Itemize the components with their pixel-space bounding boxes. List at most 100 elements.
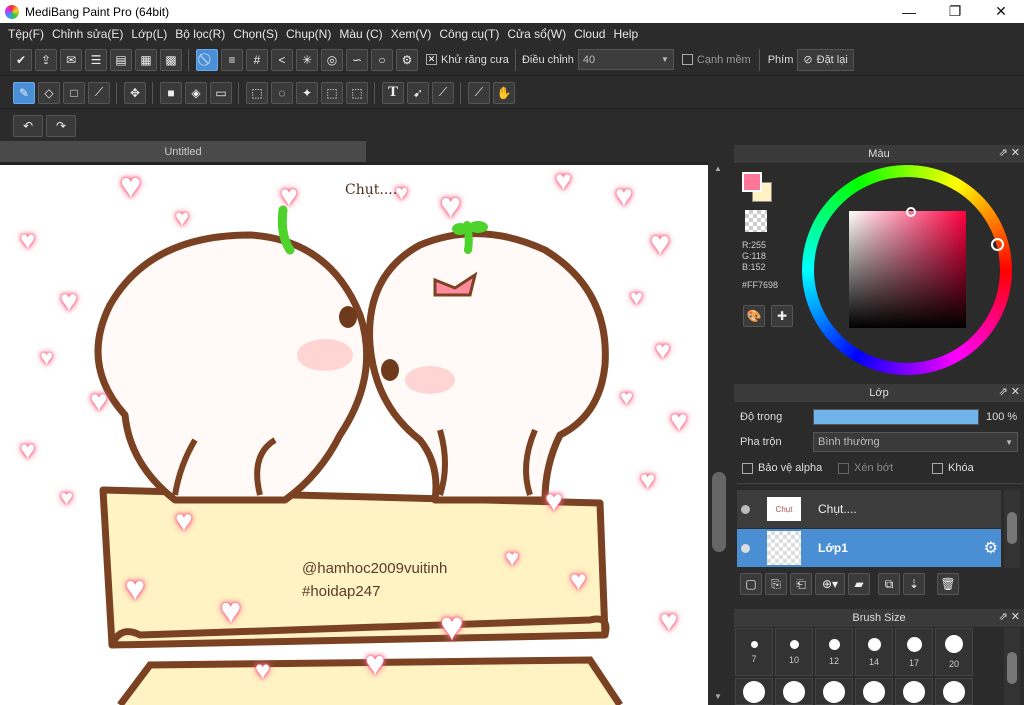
parallel-snap-icon[interactable]: ≡ <box>221 48 243 71</box>
opacity-slider[interactable] <box>813 409 979 425</box>
brush-size-option[interactable]: 10 <box>775 628 813 676</box>
grid-snap-icon[interactable]: # <box>246 48 268 71</box>
move-tool-icon[interactable]: ✥ <box>124 81 146 104</box>
select-rect-tool-icon[interactable]: ⬚ <box>246 81 268 104</box>
menu-cloud[interactable]: Cloud <box>570 27 609 41</box>
reset-button[interactable]: ⊘ Đặt lại <box>797 48 854 71</box>
trash-icon[interactable]: 🗑 <box>937 573 959 595</box>
lock-checkbox[interactable] <box>932 463 943 474</box>
divide-tool-icon[interactable]: ⟋ <box>432 81 454 104</box>
blend-mode-select[interactable]: Bình thường ▼ <box>813 432 1018 452</box>
hand-tool-icon[interactable]: ✋ <box>493 81 515 104</box>
brush-size-option[interactable]: 17 <box>895 628 933 676</box>
drawing-canvas[interactable]: ♥ ♥ ♥ ♥ ♥ ♥ ♥ ♥ ♥ ♥ ♥ ♥ ♥ ♥ ♥ ♥ ♥ ♥ ♥ ♥ … <box>0 165 708 705</box>
brush-size-scrollbar[interactable] <box>1004 628 1020 705</box>
brush-size-option[interactable] <box>855 678 893 705</box>
magic-wand-tool-icon[interactable]: ✦ <box>296 81 318 104</box>
menu-view[interactable]: Xem(V) <box>387 27 436 41</box>
check-icon[interactable]: ✔ <box>10 48 32 71</box>
clip-checkbox[interactable] <box>838 463 849 474</box>
antialias-checkbox[interactable]: ✕ <box>426 54 437 65</box>
share-icon[interactable]: ⇪ <box>35 48 57 71</box>
page-icon[interactable]: ▤ <box>110 48 132 71</box>
scroll-up-icon[interactable]: ▲ <box>714 164 722 173</box>
radial-snap-icon[interactable]: ✳ <box>296 48 318 71</box>
curve-snap-icon[interactable]: ∽ <box>346 48 368 71</box>
menu-tools[interactable]: Công cụ(T) <box>435 27 503 41</box>
maximize-button[interactable]: ❐ <box>932 0 978 23</box>
gear-icon[interactable]: ⚙ <box>984 538 998 558</box>
eye-visible-icon[interactable] <box>741 504 750 514</box>
palette-add-icon[interactable]: ✚ <box>771 305 793 327</box>
brush-size-option[interactable] <box>735 678 773 705</box>
list-icon[interactable]: ▦ <box>135 48 157 71</box>
menu-edit[interactable]: Chỉnh sửa(E) <box>48 27 127 41</box>
eyedropper-tool-icon[interactable]: ⟋ <box>468 81 490 104</box>
new-1bit-layer-icon[interactable]: ⎗ <box>790 573 812 595</box>
brush-size-option[interactable] <box>775 678 813 705</box>
redo-icon[interactable]: ↷ <box>46 114 76 137</box>
scrollbar-thumb[interactable] <box>712 472 726 552</box>
blur-tool-icon[interactable]: ⟋ <box>88 81 110 104</box>
menu-window[interactable]: Cửa sổ(W) <box>503 27 570 41</box>
soft-edge-checkbox[interactable] <box>681 54 693 65</box>
fg-color-swatch[interactable] <box>742 172 762 192</box>
perspective-snap-icon[interactable]: < <box>271 48 293 71</box>
menu-color[interactable]: Màu (C) <box>335 27 386 41</box>
operation-tool-icon[interactable]: ➹ <box>407 81 429 104</box>
new-layer-icon[interactable]: ▢ <box>740 573 762 595</box>
select-eraser-tool-icon[interactable]: ⬚ <box>346 81 368 104</box>
merge-down-icon[interactable]: ⇣ <box>903 573 925 595</box>
select-pen-tool-icon[interactable]: ⬚ <box>321 81 343 104</box>
folder-icon[interactable]: ▰ <box>848 573 870 595</box>
chat-icon[interactable]: ☰ <box>85 48 107 71</box>
saturation-value-square[interactable] <box>849 211 966 328</box>
layer-row[interactable]: Chụt Chụt.... <box>737 490 1001 528</box>
comment-icon[interactable]: ✉ <box>60 48 82 71</box>
dot-tool-icon[interactable]: □ <box>63 81 85 104</box>
shape-fill-tool-icon[interactable]: ■ <box>160 81 182 104</box>
brush-size-option[interactable]: 7 <box>735 628 773 676</box>
panel-controls[interactable]: ⇗ ✕ <box>999 146 1021 159</box>
menu-layer[interactable]: Lớp(L) <box>127 27 171 41</box>
brush-tool-icon[interactable]: ✎ <box>13 81 35 104</box>
brush-size-option[interactable] <box>895 678 933 705</box>
add-layer-menu-icon[interactable]: ⊕▾ <box>815 573 845 595</box>
settings-gear-icon[interactable]: ⚙ <box>396 48 418 71</box>
brush-size-option[interactable] <box>935 678 973 705</box>
circle-snap-icon[interactable]: ○ <box>371 48 393 71</box>
new-8bit-layer-icon[interactable]: ⎘ <box>765 573 787 595</box>
transparent-swatch[interactable] <box>745 210 767 232</box>
protect-alpha-checkbox[interactable] <box>742 463 753 474</box>
scroll-down-icon[interactable]: ▼ <box>714 692 722 701</box>
panel-controls[interactable]: ⇗ ✕ <box>999 385 1021 398</box>
text-tool-icon[interactable]: T <box>382 81 404 104</box>
menu-help[interactable]: Help <box>609 27 642 41</box>
color-picker-handle[interactable] <box>906 207 916 217</box>
brush-size-option[interactable]: 14 <box>855 628 893 676</box>
grid-edit-icon[interactable]: ▩ <box>160 48 182 71</box>
menu-file[interactable]: Tệp(F) <box>4 27 48 41</box>
close-button[interactable]: ✕ <box>978 0 1024 23</box>
lasso-tool-icon[interactable]: ◌ <box>271 81 293 104</box>
snap-off-icon[interactable]: ⃠ <box>196 48 218 71</box>
menu-snap[interactable]: Chụp(N) <box>282 27 335 41</box>
layer-row-selected[interactable]: Lớp1 ⚙ <box>737 529 1001 567</box>
hue-picker-handle[interactable] <box>991 238 1004 251</box>
tab-untitled[interactable]: Untitled <box>0 141 366 162</box>
minimize-button[interactable]: — <box>886 0 932 23</box>
panel-controls[interactable]: ⇗ ✕ <box>999 610 1021 623</box>
concentric-snap-icon[interactable]: ◎ <box>321 48 343 71</box>
undo-icon[interactable]: ↶ <box>13 114 43 137</box>
bucket-tool-icon[interactable]: ◈ <box>185 81 207 104</box>
gradient-tool-icon[interactable]: ▭ <box>210 81 232 104</box>
adjust-select[interactable]: 40 ▼ <box>577 49 674 70</box>
canvas-scrollbar[interactable]: ▲ ▼ <box>708 162 730 705</box>
palette-icon[interactable]: 🎨 <box>743 305 765 327</box>
eraser-tool-icon[interactable]: ◇ <box>38 81 60 104</box>
eye-visible-icon[interactable] <box>741 543 750 553</box>
brush-size-option[interactable]: 12 <box>815 628 853 676</box>
brush-size-option[interactable]: 20 <box>935 628 973 676</box>
menu-select[interactable]: Chọn(S) <box>229 27 282 41</box>
brush-size-option[interactable] <box>815 678 853 705</box>
